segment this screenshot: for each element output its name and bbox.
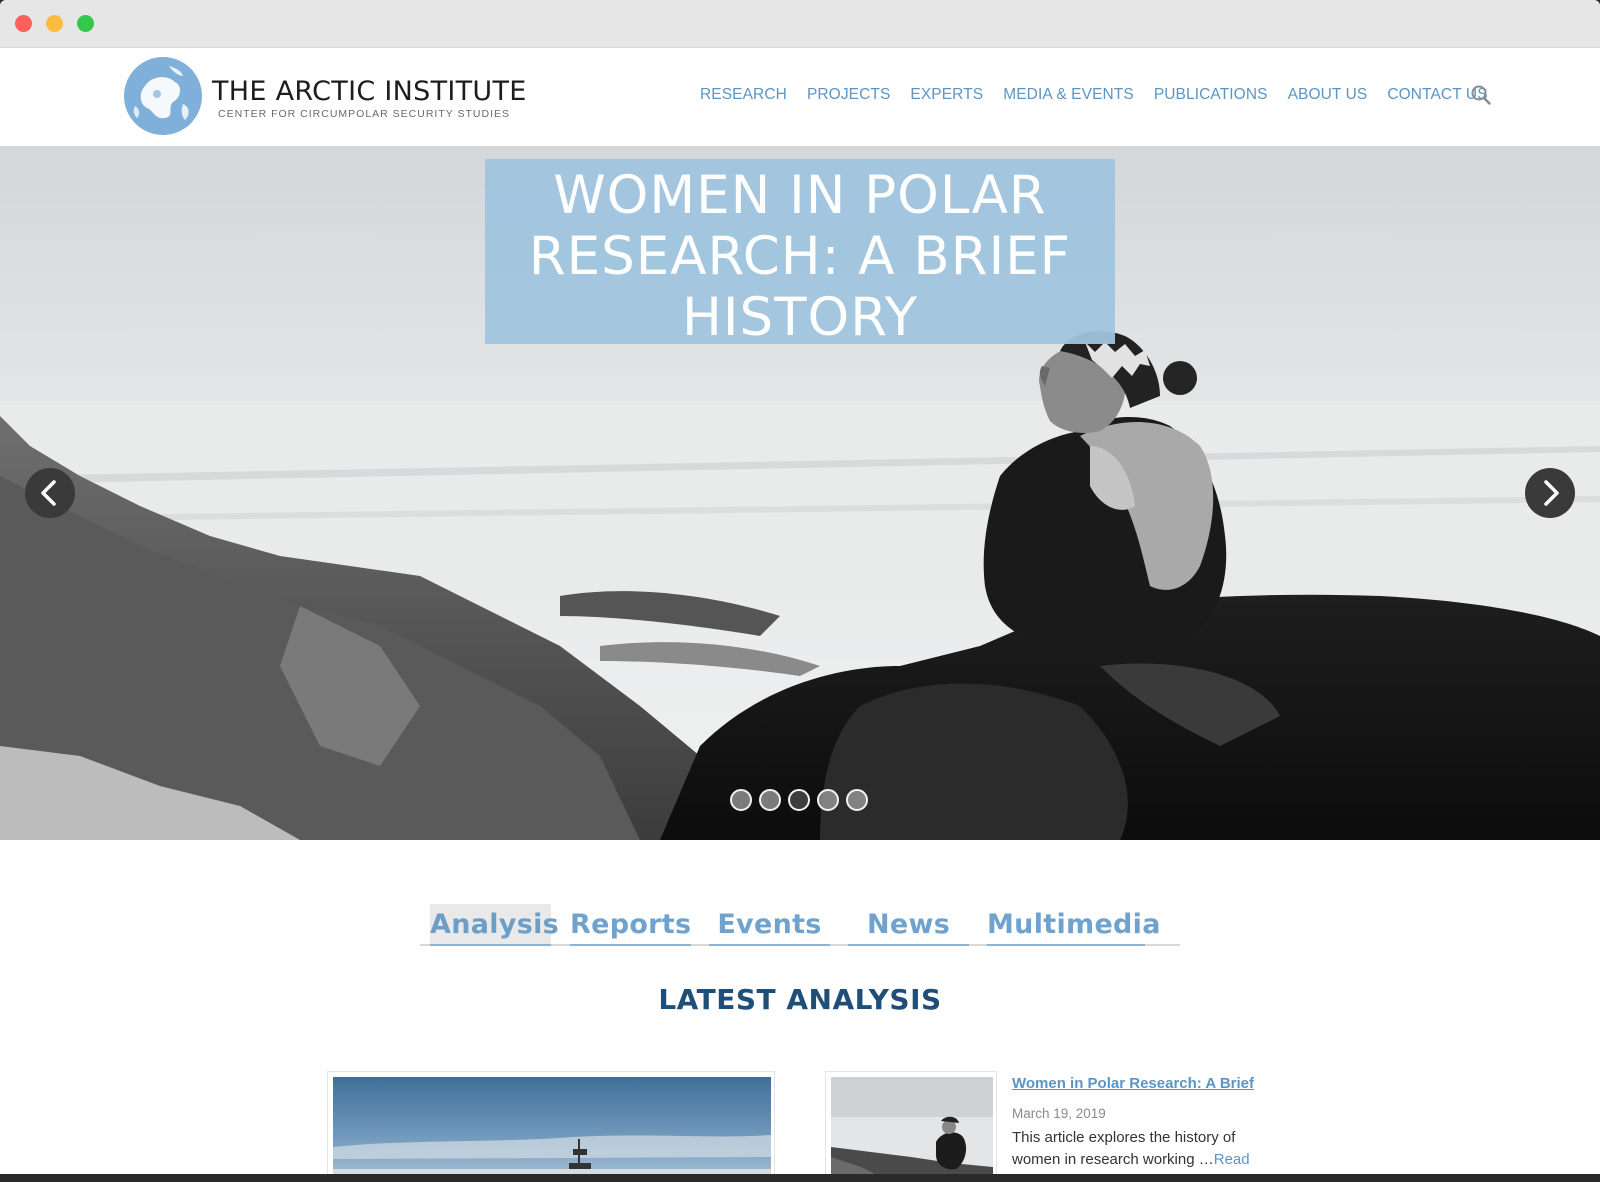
tab-reports[interactable]: Reports — [570, 904, 691, 946]
slider-dot-5[interactable] — [846, 789, 868, 811]
nav-about-us[interactable]: ABOUT US — [1288, 86, 1368, 110]
tab-multimedia[interactable]: Multimedia — [987, 904, 1160, 946]
tab-events[interactable]: Events — [709, 904, 830, 946]
site-logo[interactable]: THE ARCTIC INSTITUTE CENTER FOR CIRCUMPO… — [123, 56, 526, 138]
featured-article-card[interactable] — [327, 1071, 775, 1174]
site-header: THE ARCTIC INSTITUTE CENTER FOR CIRCUMPO… — [0, 48, 1600, 146]
content-tabs: Analysis Reports Events News Multimedia — [420, 902, 1180, 946]
slider-dot-2[interactable] — [759, 789, 781, 811]
maximize-window-button[interactable] — [77, 15, 94, 32]
chevron-right-icon — [1544, 480, 1559, 506]
search-icon[interactable] — [1470, 84, 1492, 106]
nav-experts[interactable]: EXPERTS — [910, 86, 983, 110]
slider-dot-1[interactable] — [730, 789, 752, 811]
tab-analysis[interactable]: Analysis — [430, 904, 559, 946]
section-title: LATEST ANALYSIS — [658, 983, 942, 1016]
article-thumbnail[interactable] — [825, 1071, 997, 1174]
slider-dot-4[interactable] — [817, 789, 839, 811]
nav-research[interactable]: RESEARCH — [700, 86, 787, 110]
browser-window: THE ARCTIC INSTITUTE CENTER FOR CIRCUMPO… — [0, 0, 1600, 1174]
tab-news[interactable]: News — [848, 904, 969, 946]
featured-article-image[interactable] — [333, 1077, 771, 1174]
nav-media-events[interactable]: MEDIA & EVENTS — [1003, 86, 1134, 110]
nav-projects[interactable]: PROJECTS — [807, 86, 890, 110]
close-window-button[interactable] — [15, 15, 32, 32]
slider-dot-3[interactable] — [788, 789, 810, 811]
logo-subtitle: CENTER FOR CIRCUMPOLAR SECURITY STUDIES — [218, 108, 510, 120]
globe-logo-icon — [124, 57, 202, 135]
slider-prev-button[interactable] — [25, 468, 75, 518]
logo-title: THE ARCTIC INSTITUTE — [212, 76, 527, 107]
read-more-link[interactable]: Read — [1214, 1151, 1250, 1168]
nav-publications[interactable]: PUBLICATIONS — [1154, 86, 1268, 110]
article-excerpt: This article explores the history of wom… — [1012, 1127, 1282, 1171]
article-summary: Women in Polar Research: A Brief March 1… — [1012, 1075, 1282, 1171]
chevron-left-icon — [41, 480, 56, 506]
slider-next-button[interactable] — [1525, 468, 1575, 518]
article-thumbnail-image[interactable] — [831, 1077, 993, 1174]
hero-slider: WOMEN IN POLAR RESEARCH: A BRIEF HISTORY — [0, 146, 1600, 840]
article-title-link[interactable]: Women in Polar Research: A Brief — [1012, 1075, 1282, 1092]
window-titlebar — [0, 0, 1600, 48]
article-excerpt-text: This article explores the history of wom… — [1012, 1129, 1236, 1168]
article-date: March 19, 2019 — [1012, 1106, 1106, 1121]
hero-caption[interactable]: WOMEN IN POLAR RESEARCH: A BRIEF HISTORY — [485, 159, 1115, 348]
slider-pagination — [730, 789, 868, 813]
main-nav: RESEARCH PROJECTS EXPERTS MEDIA & EVENTS… — [700, 86, 1508, 110]
hero-caption-title[interactable]: WOMEN IN POLAR RESEARCH: A BRIEF HISTORY — [485, 165, 1115, 348]
minimize-window-button[interactable] — [46, 15, 63, 32]
